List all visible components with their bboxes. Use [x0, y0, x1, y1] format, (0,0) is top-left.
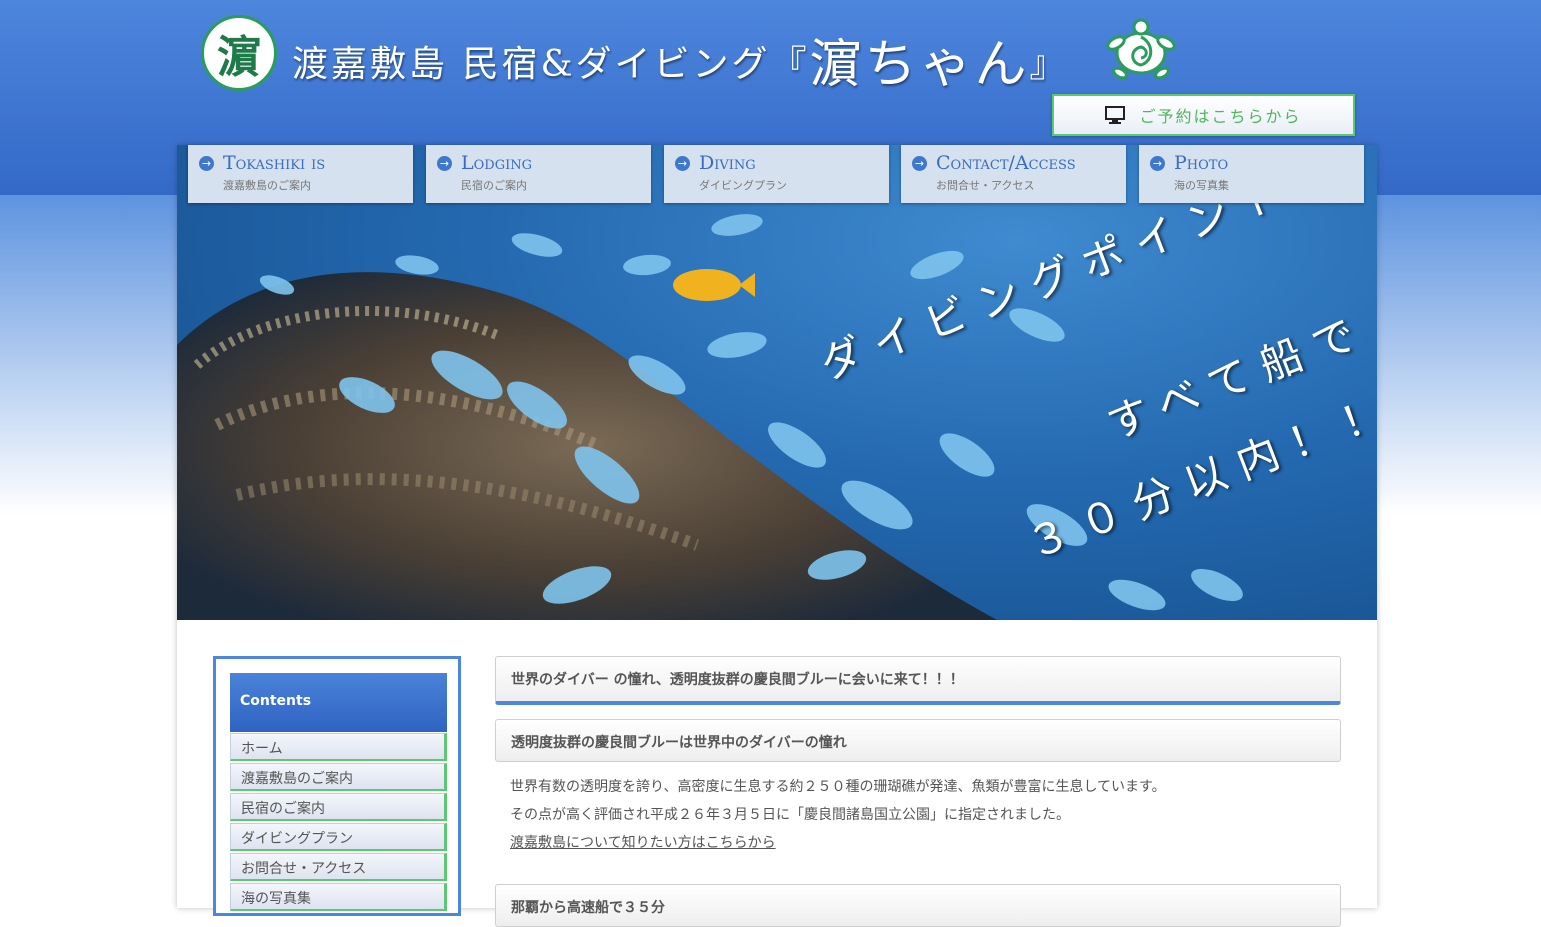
- hero-banner: ダイビングポイントは すべて船で ３０分以内！！: [177, 145, 1377, 620]
- nav-title: Diving: [699, 152, 756, 174]
- nav-subtitle: 海の写真集: [1174, 179, 1229, 192]
- turtle-icon: [1106, 18, 1176, 80]
- title-name: 濵ちゃん: [809, 35, 1030, 95]
- section-paragraph: 世界有数の透明度を誇り、高密度に生息する約２５０種の珊瑚礁が発達、魚類が豊富に生…: [510, 779, 1166, 795]
- sidebar-item-photo[interactable]: 海の写真集: [230, 883, 447, 911]
- sidebar-item-lodging[interactable]: 民宿のご案内: [230, 793, 447, 821]
- nav-photo[interactable]: → Photo 海の写真集: [1139, 145, 1364, 203]
- nav-diving[interactable]: → Diving ダイビングプラン: [664, 145, 889, 203]
- sidebar-item-tokashiki[interactable]: 渡嘉敷島のご案内: [230, 763, 447, 791]
- arrow-right-icon: →: [199, 156, 214, 171]
- sidebar-item-diving[interactable]: ダイビングプラン: [230, 823, 447, 851]
- title-bracket: 』: [1029, 44, 1069, 85]
- nav-tokashiki[interactable]: → Tokashiki is 渡嘉敷島のご案内: [188, 145, 413, 203]
- nav-subtitle: 民宿のご案内: [461, 179, 527, 192]
- nav-title: Contact/Access: [936, 152, 1076, 174]
- nav-subtitle: 渡嘉敷島のご案内: [223, 179, 311, 192]
- logo-mark: 濵: [217, 32, 261, 83]
- arrow-right-icon: →: [437, 156, 452, 171]
- sidebar-heading: Contents: [230, 673, 447, 732]
- sidebar-item-contact[interactable]: お問合せ・アクセス: [230, 853, 447, 881]
- nav-subtitle: ダイビングプラン: [699, 179, 787, 192]
- arrow-right-icon: →: [1150, 156, 1165, 171]
- nav-contact[interactable]: → Contact/Access お問合せ・アクセス: [901, 145, 1126, 203]
- section-heading: 透明度抜群の慶良間ブルーは世界中のダイバーの憧れ: [495, 719, 1341, 762]
- arrow-right-icon: →: [912, 156, 927, 171]
- section-heading: 那覇から高速船で３５分: [495, 884, 1341, 927]
- arrow-right-icon: →: [675, 156, 690, 171]
- reservation-label: ご予約はこちらから: [1139, 107, 1302, 126]
- section-paragraph: その点が高く評価され平成２６年３月５日に「慶良間諸島国立公園」に指定されました。: [510, 807, 1070, 823]
- monitor-icon: [1105, 106, 1126, 124]
- sidebar: Contents ホーム 渡嘉敷島のご案内 民宿のご案内 ダイビングプラン お問…: [213, 656, 461, 916]
- main-heading: 世界のダイバー の憧れ、透明度抜群の慶良間ブルーに会いに来て！！！: [495, 656, 1341, 705]
- sidebar-item-home[interactable]: ホーム: [230, 733, 447, 761]
- site-title[interactable]: 渡嘉敷島 民宿&ダイビング『濵ちゃん』: [292, 22, 1069, 97]
- nav-title: Lodging: [461, 152, 532, 174]
- nav-lodging[interactable]: → Lodging 民宿のご案内: [426, 145, 651, 203]
- nav-title: Tokashiki is: [223, 152, 326, 174]
- reservation-button[interactable]: ご予約はこちらから: [1052, 94, 1355, 136]
- nav-subtitle: お問合せ・アクセス: [936, 179, 1035, 192]
- title-text: 渡嘉敷島 民宿&ダイビング『: [292, 44, 810, 85]
- nav-title: Photo: [1174, 152, 1229, 174]
- site-logo[interactable]: 濵: [201, 15, 277, 91]
- tokashiki-info-link[interactable]: 渡嘉敷島について知りたい方はこちらから: [510, 832, 776, 852]
